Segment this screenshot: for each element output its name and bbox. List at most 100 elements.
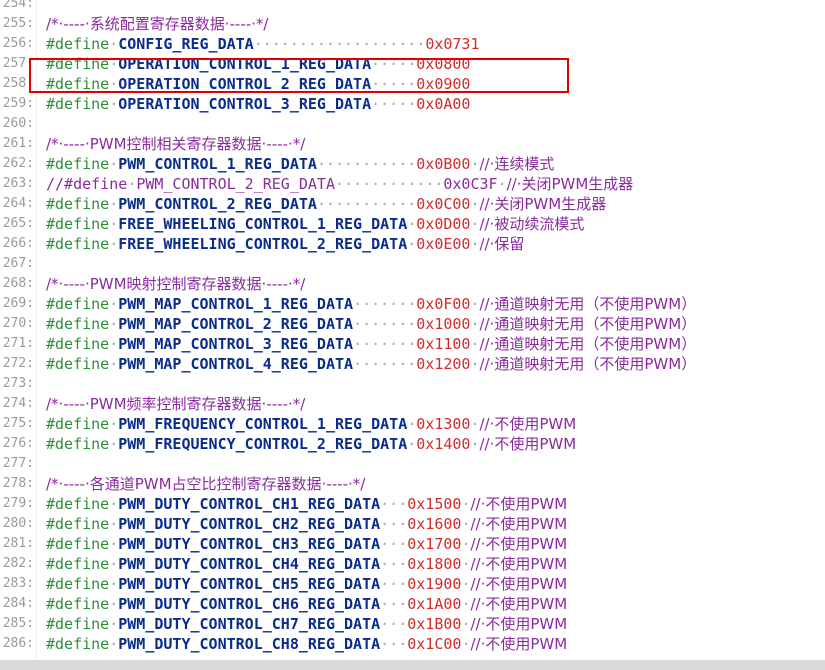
section-comment: /*·----·系统配置寄存器数据·----·*/ xyxy=(46,15,269,33)
macro-name: PWM_DUTY_CONTROL_CH3_REG_DATA xyxy=(118,535,381,553)
define-keyword: #define xyxy=(46,555,110,573)
whitespace-marker: · xyxy=(470,295,480,313)
code-line[interactable]: 284: #define·PWM_DUTY_CONTROL_CH6_REG_DAT… xyxy=(0,594,825,614)
horizontal-scrollbar[interactable] xyxy=(0,660,825,670)
whitespace-marker: · xyxy=(109,235,119,253)
whitespace-marker: · xyxy=(407,415,417,433)
inline-comment: //·通道映射无用（不使用PWM） xyxy=(479,315,697,333)
code-line[interactable]: 283: #define·PWM_DUTY_CONTROL_CH5_REG_DAT… xyxy=(0,574,825,594)
macro-name: FREE_WHEELING_CONTROL_1_REG_DATA xyxy=(118,215,408,233)
code-line[interactable]: 278: /*·----·各通道PWM占空比控制寄存器数据·----·*/ xyxy=(0,474,825,494)
define-keyword: #define xyxy=(46,415,110,433)
whitespace-marker: ··· xyxy=(380,535,408,553)
code-line[interactable]: 276: #define·PWM_FREQUENCY_CONTROL_2_REG_… xyxy=(0,434,825,454)
code-line[interactable]: 265: #define·FREE_WHEELING_CONTROL_1_REG_… xyxy=(0,214,825,234)
line-code: /*·----·PWM控制相关寄存器数据·----·*/ xyxy=(46,134,305,154)
code-line[interactable]: 267: xyxy=(0,254,825,274)
whitespace-marker: · xyxy=(470,315,480,333)
line-number: 282: xyxy=(2,556,34,571)
whitespace-marker: · xyxy=(109,215,119,233)
inline-comment: //·通道映射无用（不使用PWM） xyxy=(479,295,697,313)
line-code: #define·PWM_CONTROL_1_REG_DATA··········… xyxy=(46,154,554,174)
code-line[interactable]: 260: xyxy=(0,114,825,134)
inline-comment: //·不使用PWM xyxy=(470,495,568,513)
line-number: 269: xyxy=(2,296,34,311)
line-number: 286: xyxy=(2,636,34,651)
define-keyword: //#define xyxy=(46,175,128,193)
code-line[interactable]: 262: #define·PWM_CONTROL_1_REG_DATA······… xyxy=(0,154,825,174)
whitespace-marker: ··················· xyxy=(253,35,426,53)
section-comment: /*·----·PWM频率控制寄存器数据·----·*/ xyxy=(46,395,306,413)
code-line[interactable]: 270: #define·PWM_MAP_CONTROL_2_REG_DATA··… xyxy=(0,314,825,334)
code-line[interactable]: 274: /*·----·PWM频率控制寄存器数据·----·*/ xyxy=(0,394,825,414)
line-number: 280: xyxy=(2,516,34,531)
code-line[interactable]: 271: #define·PWM_MAP_CONTROL_3_REG_DATA··… xyxy=(0,334,825,354)
code-line[interactable]: 259: #define·OPERATION_CONTROL_3_REG_DATA… xyxy=(0,94,825,114)
code-line[interactable]: 268: /*·----·PWM映射控制寄存器数据·----·*/ xyxy=(0,274,825,294)
whitespace-marker: · xyxy=(470,195,480,213)
section-comment: /*·----·PWM控制相关寄存器数据·----·*/ xyxy=(46,135,306,153)
whitespace-marker: · xyxy=(407,435,417,453)
macro-value: 0x1900 xyxy=(407,575,462,593)
line-number: 263: xyxy=(2,176,34,191)
macro-name: PWM_MAP_CONTROL_4_REG_DATA xyxy=(118,355,354,373)
whitespace-marker: ··· xyxy=(380,635,408,653)
macro-name: PWM_DUTY_CONTROL_CH5_REG_DATA xyxy=(118,575,381,593)
code-line[interactable]: 281: #define·PWM_DUTY_CONTROL_CH3_REG_DAT… xyxy=(0,534,825,554)
line-number: 270: xyxy=(2,316,34,331)
line-code: #define·PWM_DUTY_CONTROL_CH8_REG_DATA···… xyxy=(46,634,567,654)
macro-name: PWM_MAP_CONTROL_3_REG_DATA xyxy=(118,335,354,353)
code-line[interactable]: 254: xyxy=(0,0,825,14)
macro-value: 0x1B00 xyxy=(407,615,462,633)
whitespace-marker: · xyxy=(407,215,417,233)
define-keyword: #define xyxy=(46,575,110,593)
code-editor[interactable]: 254: 255: /*·----·系统配置寄存器数据·----·*/ 256: #de… xyxy=(0,0,825,660)
define-keyword: #define xyxy=(46,635,110,653)
code-line[interactable]: 263://#define·PWM_CONTROL_2_REG_DATA····… xyxy=(0,174,825,194)
whitespace-marker: ······· xyxy=(353,335,417,353)
whitespace-marker: · xyxy=(497,175,507,193)
define-keyword: #define xyxy=(46,495,110,513)
define-keyword: #define xyxy=(46,295,110,313)
macro-name: PWM_DUTY_CONTROL_CH2_REG_DATA xyxy=(118,515,381,533)
code-line[interactable]: 264: #define·PWM_CONTROL_2_REG_DATA······… xyxy=(0,194,825,214)
code-line[interactable]: 282: #define·PWM_DUTY_CONTROL_CH4_REG_DAT… xyxy=(0,554,825,574)
line-code: //#define·PWM_CONTROL_2_REG_DATA········… xyxy=(46,174,633,194)
code-line[interactable]: 286: #define·PWM_DUTY_CONTROL_CH8_REG_DAT… xyxy=(0,634,825,654)
inline-comment: //·连续模式 xyxy=(479,155,555,173)
whitespace-marker: · xyxy=(109,95,119,113)
line-code: #define·FREE_WHEELING_CONTROL_2_REG_DATA… xyxy=(46,234,524,254)
code-line[interactable]: 277: xyxy=(0,454,825,474)
section-comment: /*·----·PWM映射控制寄存器数据·----·*/ xyxy=(46,275,306,293)
whitespace-marker: · xyxy=(407,235,417,253)
macro-value: 0x1700 xyxy=(407,535,462,553)
code-line[interactable]: 255: /*·----·系统配置寄存器数据·----·*/ xyxy=(0,14,825,34)
whitespace-marker: ··········· xyxy=(316,195,417,213)
line-number: 266: xyxy=(2,236,34,251)
code-line[interactable]: 256: #define·CONFIG_REG_DATA·············… xyxy=(0,34,825,54)
code-line[interactable]: 279: #define·PWM_DUTY_CONTROL_CH1_REG_DAT… xyxy=(0,494,825,514)
code-line[interactable]: 272: #define·PWM_MAP_CONTROL_4_REG_DATA··… xyxy=(0,354,825,374)
line-number: 271: xyxy=(2,336,34,351)
code-line[interactable]: 273: xyxy=(0,374,825,394)
inline-comment: //·不使用PWM xyxy=(470,555,568,573)
macro-value: 0x0C00 xyxy=(416,195,471,213)
whitespace-marker: ······· xyxy=(353,295,417,313)
whitespace-marker: · xyxy=(470,155,480,173)
macro-value: 0x0E00 xyxy=(416,235,471,253)
code-line[interactable]: 266: #define·FREE_WHEELING_CONTROL_2_REG_… xyxy=(0,234,825,254)
code-line[interactable]: 280: #define·PWM_DUTY_CONTROL_CH2_REG_DAT… xyxy=(0,514,825,534)
define-keyword: #define xyxy=(46,315,110,333)
macro-value: 0x1C00 xyxy=(407,635,462,653)
code-line[interactable]: 261: /*·----·PWM控制相关寄存器数据·----·*/ xyxy=(0,134,825,154)
code-line[interactable]: 275: #define·PWM_FREQUENCY_CONTROL_1_REG_… xyxy=(0,414,825,434)
macro-name: PWM_DUTY_CONTROL_CH1_REG_DATA xyxy=(118,495,381,513)
code-line[interactable]: 285: #define·PWM_DUTY_CONTROL_CH7_REG_DAT… xyxy=(0,614,825,634)
whitespace-marker: · xyxy=(109,295,119,313)
code-line[interactable]: 269: #define·PWM_MAP_CONTROL_1_REG_DATA··… xyxy=(0,294,825,314)
macro-value: 0x1A00 xyxy=(407,595,462,613)
inline-comment: //·关闭PWM生成器 xyxy=(506,175,634,193)
whitespace-marker: · xyxy=(109,535,119,553)
macro-value: 0x0731 xyxy=(425,35,480,53)
whitespace-marker: ··· xyxy=(380,515,408,533)
